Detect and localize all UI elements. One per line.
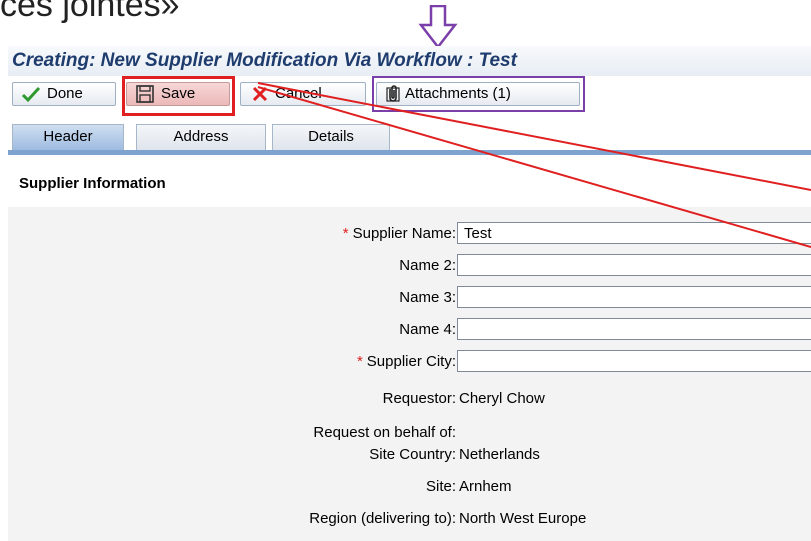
section-title: Supplier Information: [19, 175, 166, 192]
tab-address[interactable]: Address: [136, 124, 266, 150]
requestor-value: Cheryl Chow: [459, 390, 545, 407]
name-3-label: Name 3:: [399, 289, 456, 306]
supplier-name-input[interactable]: [457, 222, 811, 244]
tab-strip: Header Address Details: [8, 120, 811, 155]
site-value: Arnhem: [459, 478, 512, 495]
supplier-city-label: * Supplier City:: [356, 353, 456, 370]
tab-header[interactable]: Header: [12, 124, 124, 150]
region-value: North West Europe: [459, 510, 587, 527]
region-label: Region (delivering to):: [309, 510, 456, 527]
required-marker: *: [342, 225, 349, 242]
supplier-city-row: * Supplier City:: [8, 350, 811, 376]
supplier-city-input[interactable]: [457, 350, 811, 372]
name-3-input[interactable]: [457, 286, 811, 308]
done-button[interactable]: Done: [12, 82, 116, 106]
region-row: Region (delivering to): North West Europ…: [8, 507, 811, 533]
header-panel: Supplier Information *Supplier Name: Nam…: [8, 155, 811, 541]
name-4-input[interactable]: [457, 318, 811, 340]
slide-heading: ces jointes»: [0, 0, 180, 24]
app-window: Creating: New Supplier Modification Via …: [8, 46, 811, 541]
name-2-row: Name 2:: [8, 254, 811, 280]
requestor-row: Requestor: Cheryl Chow: [8, 387, 811, 413]
name-3-row: Name 3:: [8, 286, 811, 312]
cancel-x-icon: [252, 86, 268, 102]
window-title: Creating: New Supplier Modification Via …: [8, 46, 811, 76]
site-country-row: Site Country: Netherlands: [8, 443, 811, 469]
site-row: Site: Arnhem: [8, 475, 811, 501]
required-marker: *: [356, 353, 363, 370]
site-country-label: Site Country:: [369, 446, 456, 463]
down-arrow-annotation-icon: [418, 5, 458, 49]
checkmark-icon: [21, 86, 41, 103]
done-label: Done: [47, 85, 83, 102]
form-section: *Supplier Name: Name 2: Name 3: Name 4: …: [8, 207, 811, 541]
name-2-label: Name 2:: [399, 257, 456, 274]
save-highlight-box: [122, 76, 235, 116]
cancel-button[interactable]: Cancel: [240, 82, 366, 106]
site-label: Site:: [425, 478, 456, 495]
supplier-name-row: * Supplier Name:: [8, 222, 811, 248]
requestor-label: Requestor:: [382, 390, 456, 407]
tab-details[interactable]: Details: [272, 124, 390, 150]
supplier-name-label: * Supplier Name:: [342, 225, 456, 242]
name-4-row: Name 4:: [8, 318, 811, 344]
site-country-value: Netherlands: [459, 446, 540, 463]
request-on-behalf-label: Request on behalf of:: [313, 424, 456, 441]
name-4-label: Name 4:: [399, 321, 456, 338]
name-2-input[interactable]: [457, 254, 811, 276]
attachments-highlight-box: [372, 76, 585, 112]
cancel-label: Cancel: [275, 85, 322, 102]
